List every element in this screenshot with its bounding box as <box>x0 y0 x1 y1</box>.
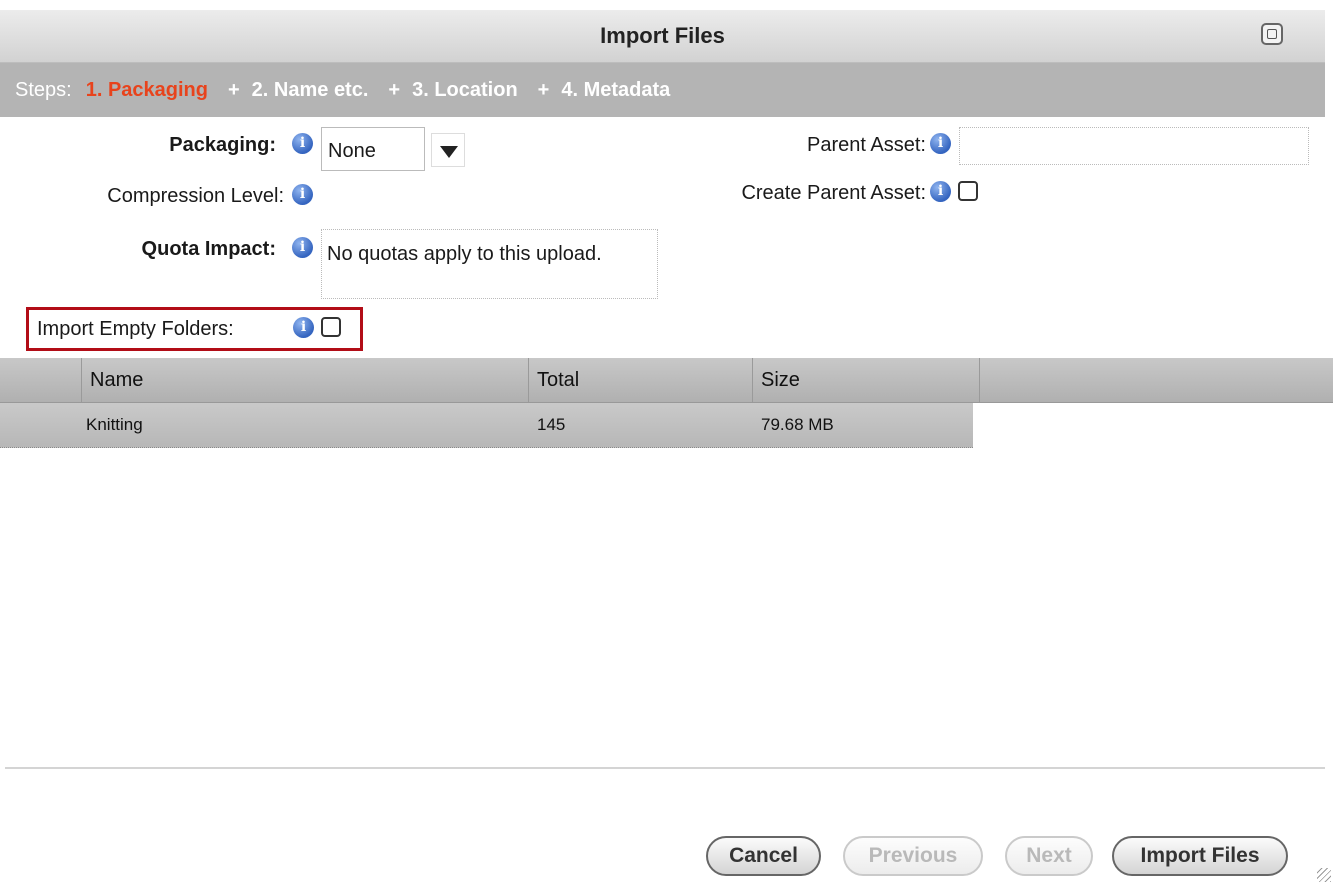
column-header-select[interactable] <box>0 358 82 402</box>
quota-impact-value: No quotas apply to this upload. <box>321 229 658 299</box>
column-header-size[interactable]: Size <box>753 358 980 402</box>
step-separator: + <box>537 78 550 101</box>
cell-total: 145 <box>537 415 566 434</box>
cell-size: 79.68 MB <box>761 415 834 434</box>
info-icon[interactable]: i <box>292 184 313 205</box>
cancel-button[interactable]: Cancel <box>706 836 821 876</box>
previous-button[interactable]: Previous <box>843 836 983 876</box>
table-row[interactable]: Knitting 145 79.68 MB <box>0 403 973 448</box>
packaging-label: Packaging: <box>169 134 276 156</box>
step-separator: + <box>227 78 240 101</box>
table-header: Name Total Size <box>0 358 1333 403</box>
column-header-name[interactable]: Name <box>82 358 529 402</box>
step-packaging[interactable]: 1. Packaging <box>86 79 208 102</box>
step-separator: + <box>388 78 401 101</box>
steps-bar: Steps: 1. Packaging + 2. Name etc. + 3. … <box>0 63 1325 117</box>
parent-asset-input[interactable] <box>959 127 1309 165</box>
info-icon[interactable]: i <box>292 237 313 258</box>
steps-label: Steps: <box>15 78 72 101</box>
create-parent-asset-label: Create Parent Asset: <box>741 182 926 204</box>
info-icon[interactable]: i <box>292 133 313 154</box>
footer-divider <box>5 767 1325 769</box>
dialog-titlebar: Import Files <box>0 10 1325 63</box>
create-parent-asset-checkbox[interactable] <box>958 181 978 201</box>
packaging-select-value[interactable]: None <box>321 127 425 171</box>
dropdown-arrow-icon[interactable] <box>431 133 465 167</box>
column-header-total[interactable]: Total <box>529 358 753 402</box>
packaging-select[interactable]: None <box>321 127 466 171</box>
step-name[interactable]: 2. Name etc. <box>252 79 369 102</box>
info-icon[interactable]: i <box>930 133 951 154</box>
quota-impact-label: Quota Impact: <box>141 238 276 260</box>
compression-level-label: Compression Level: <box>107 185 284 207</box>
window-restore-icon[interactable] <box>1261 23 1283 45</box>
resize-grip-icon[interactable] <box>1317 868 1331 882</box>
import-empty-folders-checkbox[interactable] <box>321 317 341 337</box>
info-icon[interactable]: i <box>293 317 314 338</box>
import-empty-folders-label: Import Empty Folders: <box>37 318 234 340</box>
parent-asset-label: Parent Asset: <box>807 134 926 156</box>
import-files-button[interactable]: Import Files <box>1112 836 1288 876</box>
cell-name: Knitting <box>86 415 143 434</box>
dialog-title: Import Files <box>600 23 725 48</box>
next-button[interactable]: Next <box>1005 836 1093 876</box>
info-icon[interactable]: i <box>930 181 951 202</box>
step-location[interactable]: 3. Location <box>412 79 518 102</box>
step-metadata[interactable]: 4. Metadata <box>561 79 670 102</box>
